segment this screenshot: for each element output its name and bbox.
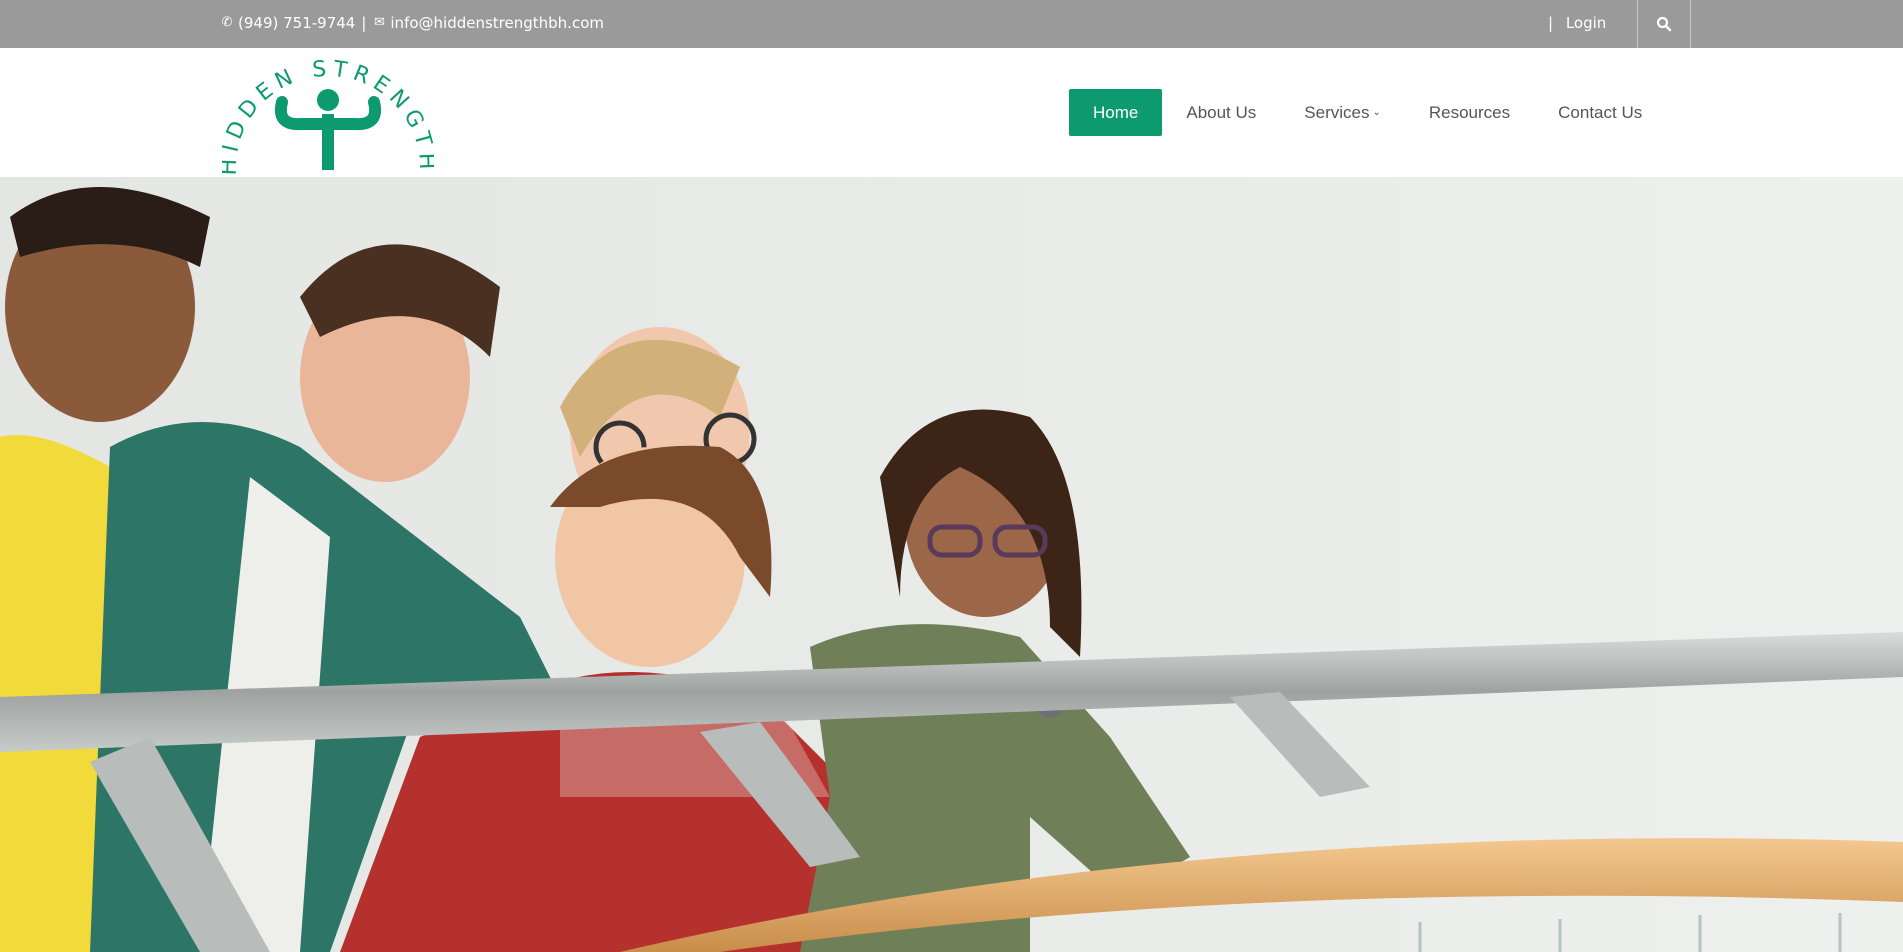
nav-contact-us[interactable]: Contact Us xyxy=(1534,89,1666,136)
login-link[interactable]: Login xyxy=(1566,14,1606,32)
nav-resources[interactable]: Resources xyxy=(1405,89,1534,136)
hero-image xyxy=(0,177,1903,952)
envelope-icon: ✉ xyxy=(373,15,385,30)
nav-services-label: Services xyxy=(1304,102,1370,122)
nav-about-us[interactable]: About Us xyxy=(1162,89,1280,136)
hero-illustration xyxy=(0,177,1903,952)
phone-icon: ✆ xyxy=(221,15,233,30)
email-link[interactable]: info@hiddenstrengthbh.com xyxy=(390,14,604,32)
top-bar: ✆ (949) 751-9744 | ✉ info@hiddenstrength… xyxy=(0,0,1903,48)
contact-info: ✆ (949) 751-9744 | ✉ info@hiddenstrength… xyxy=(220,14,604,32)
logo-graphic: HIDDEN STRENGTH xyxy=(217,57,434,176)
nav-services[interactable]: Services ⌄ xyxy=(1280,89,1405,136)
main-nav: Home About Us Services ⌄ Resources Conta… xyxy=(1069,89,1666,136)
separator: | xyxy=(361,14,367,32)
site-header: HIDDEN STRENGTH Home About Us Services ⌄… xyxy=(0,48,1903,177)
login-area: | Login xyxy=(1548,14,1606,32)
site-logo[interactable]: HIDDEN STRENGTH xyxy=(217,52,434,176)
login-separator: | xyxy=(1548,14,1554,32)
search-icon xyxy=(1656,16,1672,32)
search-button[interactable] xyxy=(1637,0,1691,48)
nav-home[interactable]: Home xyxy=(1069,89,1163,136)
chevron-down-icon: ⌄ xyxy=(1372,107,1381,118)
phone-link[interactable]: (949) 751-9744 xyxy=(238,14,355,32)
